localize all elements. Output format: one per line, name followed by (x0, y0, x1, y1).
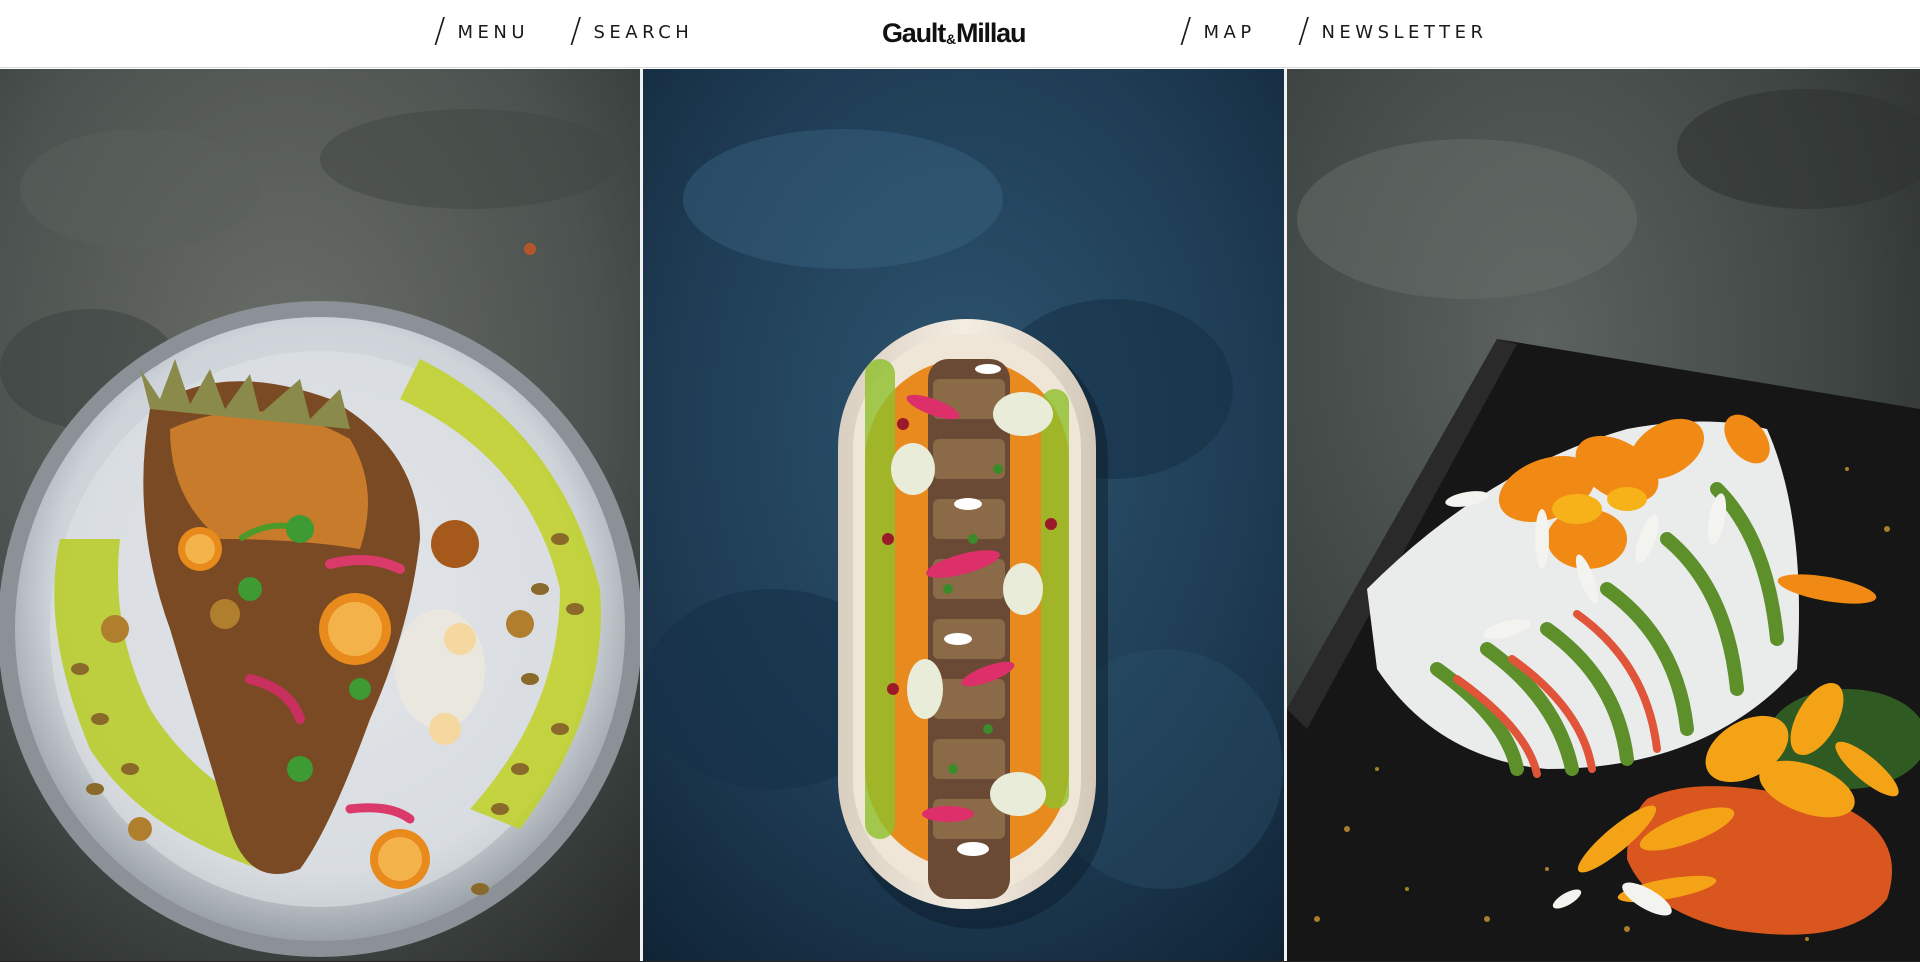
slash-divider-icon: / (570, 11, 582, 51)
tuna-tataki-photo (643, 69, 1284, 961)
nav-search-link[interactable]: / SEARCH (570, 14, 693, 50)
nav-search-label: SEARCH (593, 21, 694, 43)
food-image-tuna-tataki[interactable] (643, 69, 1284, 961)
flower-dessert-photo (1287, 69, 1920, 961)
nav-map-label: MAP (1203, 21, 1256, 43)
nav-map-link[interactable]: / MAP (1180, 14, 1256, 50)
roasted-carrots-photo (0, 69, 640, 961)
logo-text-gault: Gault (882, 17, 946, 48)
slash-divider-icon: / (1180, 11, 1192, 51)
nav-newsletter-label: NEWSLETTER (1321, 21, 1488, 43)
site-logo[interactable]: Gault & Millau (882, 15, 1027, 51)
nav-menu-link[interactable]: / MENU (434, 14, 529, 50)
slash-divider-icon: / (434, 11, 446, 51)
logo-ampersand: & (946, 31, 956, 47)
logo-text-millau: Millau (955, 17, 1027, 48)
nav-menu-label: MENU (457, 21, 530, 43)
food-image-roasted-carrots[interactable] (0, 69, 640, 961)
site-header: / MENU / SEARCH Gault & Millau / MAP / NEW… (0, 0, 1920, 68)
nav-newsletter-link[interactable]: / NEWSLETTER (1298, 14, 1488, 50)
slash-divider-icon: / (1298, 11, 1310, 51)
food-image-flower-dessert[interactable] (1287, 69, 1920, 961)
